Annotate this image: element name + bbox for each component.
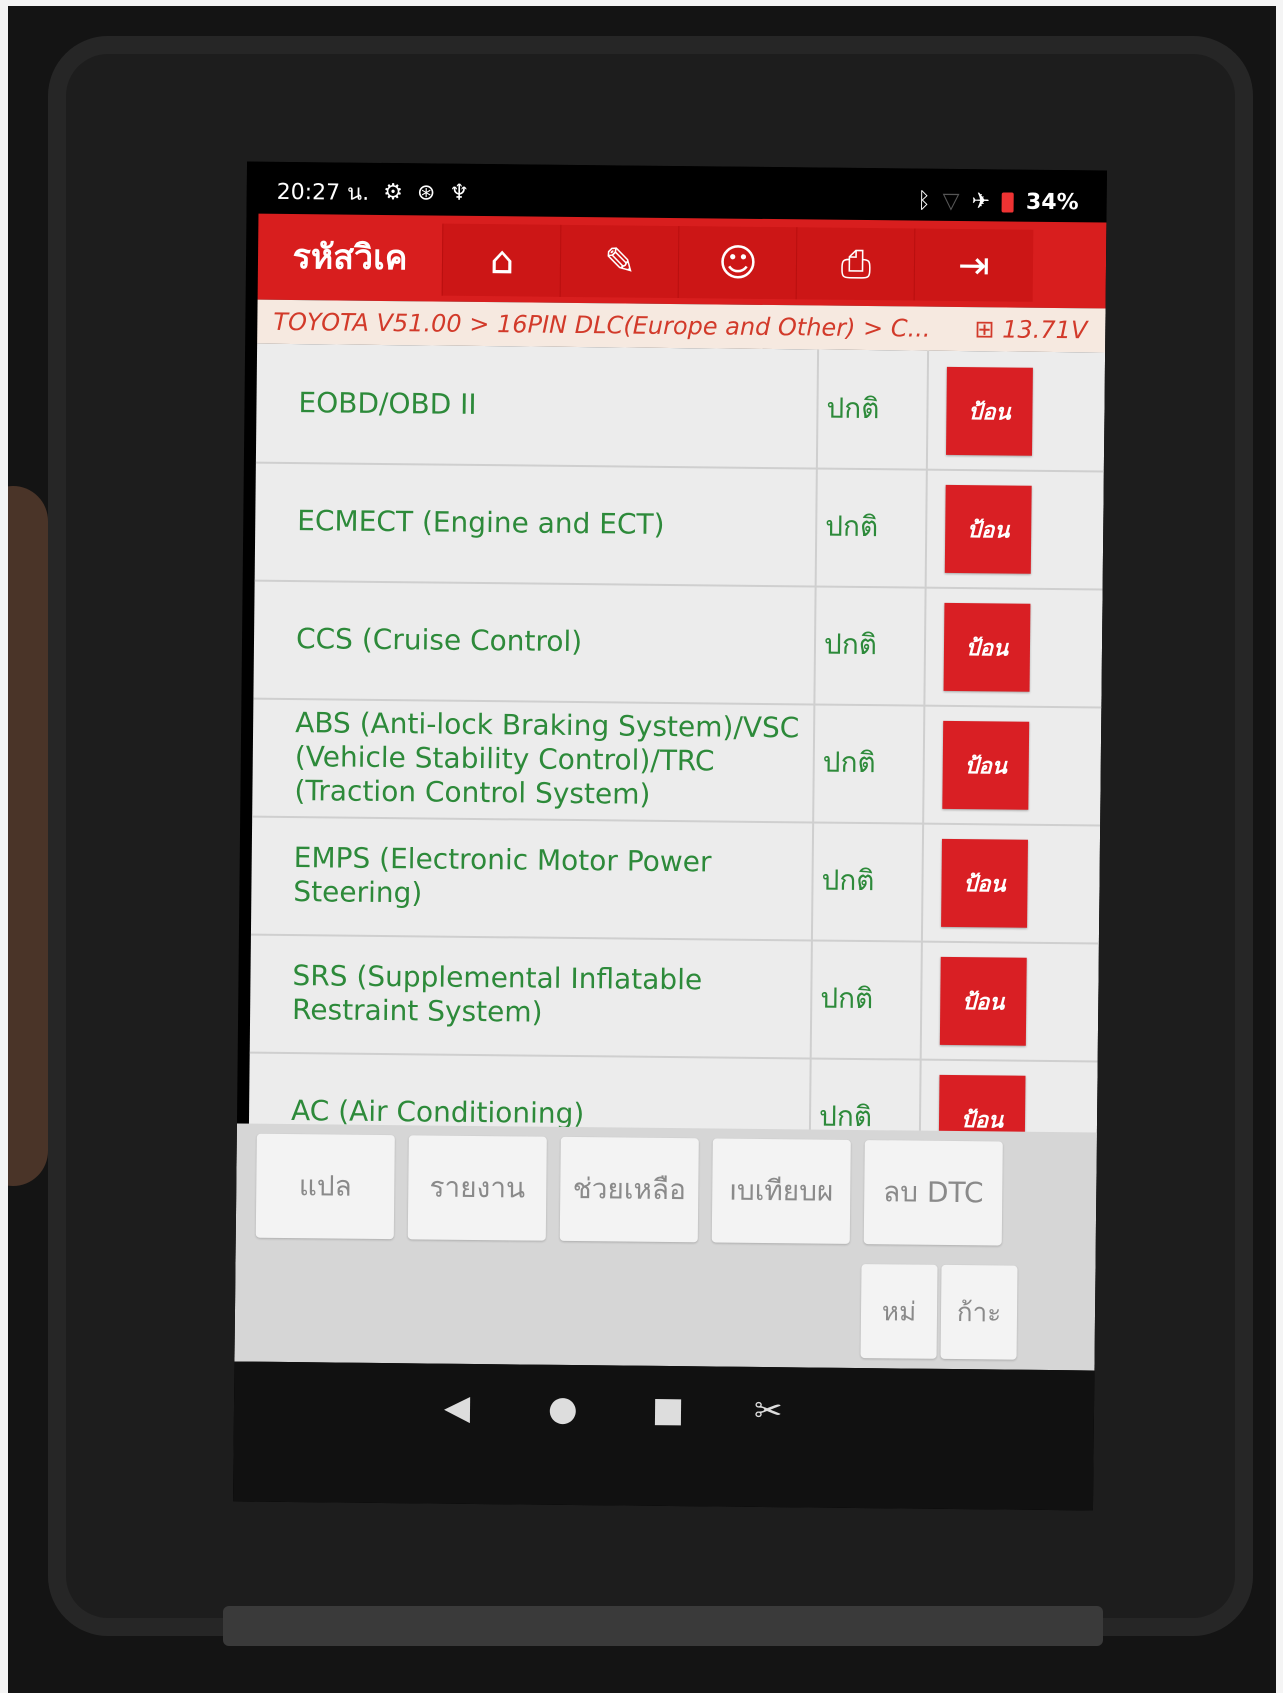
enter-button[interactable]: ป้อน xyxy=(943,602,1031,692)
report-button[interactable]: รายงาน xyxy=(407,1135,547,1241)
help-button[interactable]: ช่วยเหลือ xyxy=(559,1136,699,1243)
gear-icon: ⚙ xyxy=(383,179,404,206)
list-item[interactable]: ECMECT (Engine and ECT) ปกติ ป้อน xyxy=(254,461,1104,591)
battery-level: 34% xyxy=(1025,189,1079,216)
battery-icon xyxy=(1001,191,1015,213)
function-bar: แปล รายงาน ช่วยเหลือ ıบเทียบผ ลบ DTC หม่… xyxy=(234,1123,1097,1371)
list-item[interactable]: SRS (Supplemental Inflatable Restraint S… xyxy=(249,933,1099,1063)
exit-button[interactable]: ⇥ xyxy=(913,228,1034,302)
enter-button[interactable]: ป้อน xyxy=(939,956,1027,1046)
compare-button[interactable]: ıบเทียบผ xyxy=(711,1138,851,1244)
bluetooth-icon: ᛒ xyxy=(917,188,931,214)
bluetooth-circle-icon: ⊛ xyxy=(416,180,436,206)
status-left: 20:27 น. ⚙ ⊛ ♆ xyxy=(277,174,470,211)
recents-icon[interactable]: ■ xyxy=(652,1390,685,1430)
system-name: ABS (Anti-lock Braking System)/VSC (Vehi… xyxy=(294,706,800,811)
status-bar: 20:27 น. ⚙ ⊛ ♆ ᛒ ▽ ✈ 34% xyxy=(246,161,1107,223)
hand xyxy=(8,486,48,1186)
system-status: ปกติ xyxy=(810,821,925,941)
system-name: EMPS (Electronic Motor Power Steering) xyxy=(293,841,712,910)
list-item[interactable]: ABS (Anti-lock Braking System)/VSC (Vehi… xyxy=(252,697,1102,827)
system-status: ปกติ xyxy=(813,585,927,705)
small-button-2[interactable]: ก้าะ xyxy=(940,1264,1018,1360)
enter-button[interactable]: ป้อน xyxy=(946,366,1033,456)
small-button-1[interactable]: หม่ xyxy=(860,1264,938,1359)
print-icon: ⎙ xyxy=(840,241,872,286)
screenshot-icon[interactable]: ✂ xyxy=(754,1391,783,1431)
airplane-icon: ✈ xyxy=(971,189,991,215)
enter-button[interactable]: ป้อน xyxy=(941,838,1028,928)
system-name: CCS (Cruise Control) xyxy=(295,622,583,659)
list-item[interactable]: CCS (Cruise Control) ปกติ ป้อน xyxy=(253,579,1103,709)
enter-button[interactable]: ป้อน xyxy=(944,484,1032,574)
enter-button[interactable]: ป้อน xyxy=(942,720,1030,810)
photo-frame: 20:27 น. ⚙ ⊛ ♆ ᛒ ▽ ✈ 34% รหัสวิเค ⌂ ✎ ☺ … xyxy=(8,6,1276,1693)
home-button[interactable]: ⌂ xyxy=(441,223,562,297)
wifi-icon: ▽ xyxy=(942,188,960,214)
system-status: ปกติ xyxy=(815,349,930,469)
system-status: ปกติ xyxy=(814,467,928,587)
home-dot-icon[interactable]: ● xyxy=(548,1389,578,1429)
system-name: ECMECT (Engine and ECT) xyxy=(297,504,665,541)
system-list: EOBD/OBD II ปกติ ป้อน ECMECT (Engine and… xyxy=(248,343,1106,1173)
status-time: 20:27 น. xyxy=(276,179,370,206)
navigation-bar: ◀ ● ■ ✂ xyxy=(233,1361,1095,1511)
user-button[interactable]: ☺ xyxy=(677,226,798,300)
tablet-bezel-bar xyxy=(223,1606,1103,1646)
page-title: รหัสวิเค xyxy=(292,237,408,279)
translate-button[interactable]: แปล xyxy=(255,1133,395,1240)
list-item[interactable]: EMPS (Electronic Motor Power Steering) ป… xyxy=(250,815,1101,945)
system-status: ปกติ xyxy=(812,703,926,823)
print-button[interactable]: ⎙ xyxy=(795,227,916,301)
back-icon[interactable]: ◀ xyxy=(444,1388,471,1428)
user-icon: ☺ xyxy=(717,240,759,285)
screen: 20:27 น. ⚙ ⊛ ♆ ᛒ ▽ ✈ 34% รหัสวิเค ⌂ ✎ ☺ … xyxy=(233,161,1107,1511)
list-item[interactable]: EOBD/OBD II ปกติ ป้อน xyxy=(255,343,1106,473)
voltage-readout: ⊞ 13.71V xyxy=(974,315,1087,344)
system-name: EOBD/OBD II xyxy=(298,386,477,421)
edit-button[interactable]: ✎ xyxy=(559,224,680,299)
edit-icon: ✎ xyxy=(603,239,637,284)
system-name: SRS (Supplemental Inflatable Restraint S… xyxy=(291,959,703,1029)
breadcrumb-path: TOYOTA V51.00 > 16PIN DLC(Europe and Oth… xyxy=(273,307,931,343)
home-icon: ⌂ xyxy=(489,238,515,283)
system-status: ปกติ xyxy=(809,939,923,1059)
clear-dtc-button[interactable]: ลบ DTC xyxy=(863,1140,1003,1246)
toolbar: รหัสวิเค ⌂ ✎ ☺ ⎙ ⇥ xyxy=(257,213,1107,309)
exit-icon: ⇥ xyxy=(957,242,991,288)
stethoscope-icon: ♆ xyxy=(449,180,470,206)
voltage-value: 13.71V xyxy=(1002,315,1088,345)
status-right: ᛒ ▽ ✈ 34% xyxy=(917,189,1078,216)
battery-voltage-icon: ⊞ xyxy=(974,315,995,344)
